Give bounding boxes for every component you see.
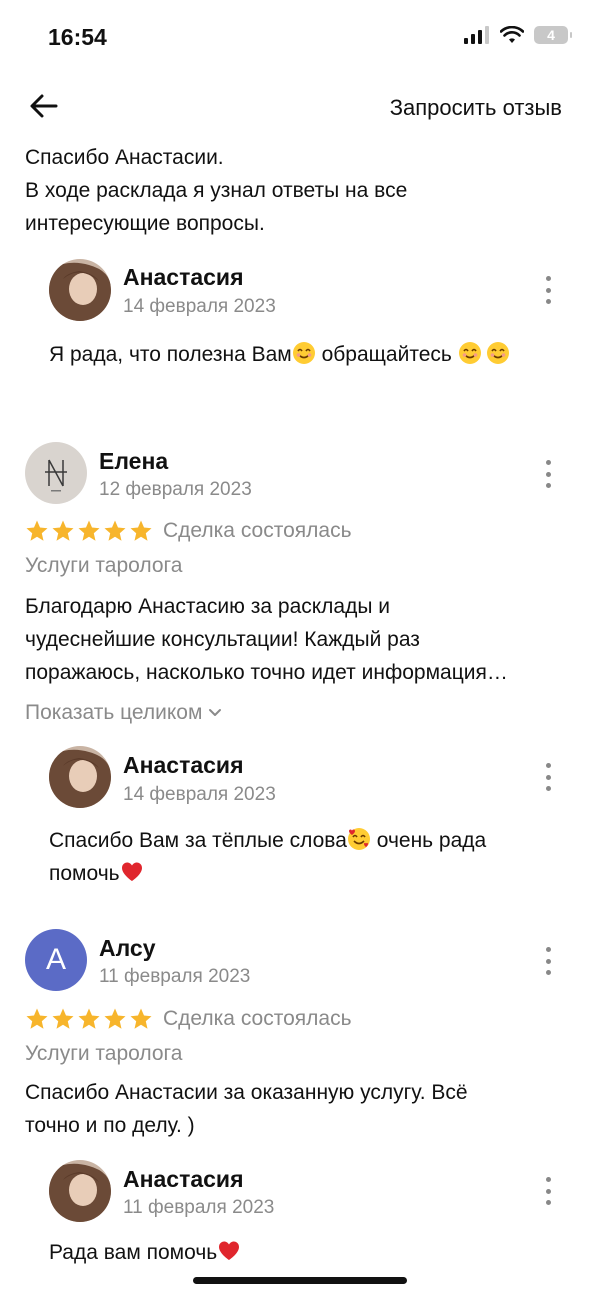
star-icon	[104, 1008, 126, 1029]
arrow-left-icon[interactable]	[28, 90, 60, 122]
star-icon	[78, 520, 100, 541]
deal-status: Сделка состоялась	[163, 519, 352, 542]
review-text-line: В ходе расклада я узнал ответы на все	[25, 179, 408, 202]
reply-text-part: очень рада	[370, 829, 487, 852]
status-time: 16:54	[48, 24, 107, 50]
seller-avatar[interactable]	[49, 1160, 111, 1222]
reviewer-name: Елена	[99, 448, 169, 474]
reply-author-name: Анастасия	[123, 264, 244, 290]
star-icon	[130, 520, 152, 541]
heart-icon	[219, 1241, 240, 1260]
wifi-icon	[500, 26, 524, 43]
reply-text-part: Рада вам помочь	[49, 1241, 218, 1264]
reply-text: Спасибо Вам за тёплые слова очень рада п…	[49, 824, 486, 890]
signal-icon	[464, 26, 489, 44]
reply-author-name: Анастасия	[123, 752, 244, 778]
avatar-letter: А	[45, 943, 66, 976]
review-text-line: Спасибо Анастасии.	[25, 146, 224, 169]
smile-emoji-icon	[486, 342, 509, 364]
reply-text: Я рада, что полезна Вам обращайтесь	[49, 338, 510, 371]
chevron-down-icon	[209, 709, 222, 716]
seller-avatar[interactable]	[49, 259, 111, 321]
home-indicator[interactable]	[193, 1277, 407, 1284]
review-date: 11 февраля 2023	[99, 966, 251, 987]
rating-stars	[25, 1007, 153, 1031]
review-text-line: чудеснейшие консультации! Каждый раз	[25, 628, 420, 651]
smile-emoji-icon	[458, 342, 481, 364]
service-category: Услуги таролога	[25, 554, 183, 577]
review-text-line: поражаюсь, насколько точно идет информац…	[25, 661, 508, 684]
review-text-line: Спасибо Анастасии за оказанную услугу. В…	[25, 1081, 468, 1104]
reply-date: 14 февраля 2023	[123, 296, 276, 317]
deal-status: Сделка состоялась	[163, 1007, 352, 1030]
more-options-icon[interactable]	[538, 276, 558, 304]
reply-text-line: Спасибо Вам за тёплые слова очень рада	[49, 824, 486, 857]
heart-icon	[121, 862, 142, 881]
reply-date: 11 февраля 2023	[123, 1197, 275, 1218]
smile-emoji-icon	[292, 342, 315, 364]
star-icon	[104, 520, 126, 541]
show-full-label: Показать целиком	[25, 701, 203, 724]
reviewer-avatar[interactable]: А	[25, 929, 87, 991]
reply-text-part: Спасибо Вам за тёплые слова	[49, 829, 347, 852]
reply-text-part: Я рада, что полезна Вам	[49, 343, 292, 366]
reply-text-part: обращайтесь	[315, 343, 458, 366]
battery-icon: 4	[534, 26, 572, 44]
more-options-icon[interactable]	[538, 460, 558, 488]
more-options-icon[interactable]	[538, 1177, 558, 1205]
review-text: Благодарю Анастасию за расклады и чудесн…	[25, 590, 508, 689]
star-icon	[130, 1008, 152, 1029]
review-text: Спасибо Анастасии за оказанную услугу. В…	[25, 1076, 468, 1142]
star-icon	[26, 520, 48, 541]
star-icon	[52, 1008, 74, 1029]
reviewer-name: Алсу	[99, 935, 156, 961]
more-options-icon[interactable]	[538, 947, 558, 975]
review-text-line: интересующие вопросы.	[25, 212, 265, 235]
smiling-face-with-hearts-icon	[347, 828, 370, 850]
reply-date: 14 февраля 2023	[123, 784, 276, 805]
rating-stars	[25, 519, 153, 543]
status-icons: 4	[464, 26, 572, 44]
review-date: 12 февраля 2023	[99, 479, 252, 500]
request-review-button[interactable]: Запросить отзыв	[390, 95, 562, 121]
reply-text: Рада вам помочь	[49, 1236, 241, 1269]
star-icon	[26, 1008, 48, 1029]
reviewer-avatar[interactable]	[25, 442, 87, 504]
service-category: Услуги таролога	[25, 1042, 183, 1065]
review-text-line: Благодарю Анастасию за расклады и	[25, 595, 391, 618]
reply-text-line: помочь	[49, 857, 486, 890]
reply-text-part: помочь	[49, 862, 120, 885]
star-icon	[52, 520, 74, 541]
battery-level: 4	[547, 27, 555, 43]
seller-avatar[interactable]	[49, 746, 111, 808]
star-icon	[78, 1008, 100, 1029]
show-full-button[interactable]: Показать целиком	[25, 701, 222, 725]
review-text-line: точно и по делу. )	[25, 1114, 195, 1137]
reply-author-name: Анастасия	[123, 1166, 244, 1192]
more-options-icon[interactable]	[538, 763, 558, 791]
review-text: Спасибо Анастасии. В ходе расклада я узн…	[25, 141, 407, 240]
